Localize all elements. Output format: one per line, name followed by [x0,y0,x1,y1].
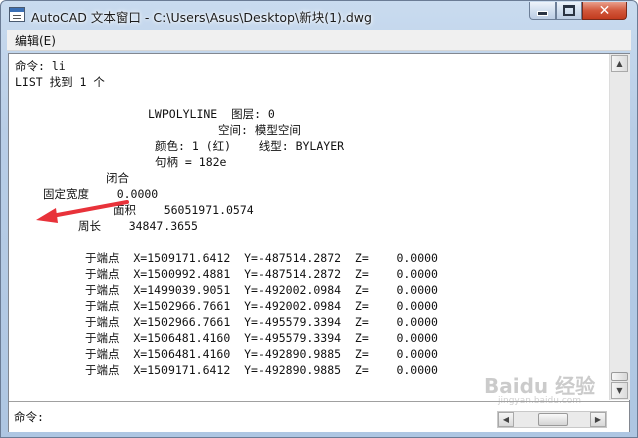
window-title: AutoCAD 文本窗口 - C:\Users\Asus\Desktop\新块(… [31,10,372,25]
output-line: 于端点 X=1502966.7661 Y=-495579.3394 Z= 0.0… [85,315,438,329]
title-bar[interactable]: AutoCAD 文本窗口 - C:\Users\Asus\Desktop\新块(… [1,1,637,29]
maximize-icon [563,5,575,16]
output-line: 颜色: 1 (红) 线型: BYLAYER [155,139,345,153]
output-line: LWPOLYLINE 图层: 0 [148,107,275,121]
menu-edit[interactable]: 编辑(E) [15,32,56,49]
command-prompt: 命令: [14,410,44,424]
output-line: 于端点 X=1506481.4160 Y=-495579.3394 Z= 0.0… [85,331,438,345]
minimize-button[interactable] [529,2,556,20]
output-line: 于端点 X=1499039.9051 Y=-492002.0984 Z= 0.0… [85,283,438,297]
window-app-icon[interactable] [9,7,25,22]
close-icon: ✕ [598,2,611,19]
scroll-right-icon: ▶ [594,415,602,424]
baidu-watermark-url: jingyan.baidu.com [498,396,582,406]
output-line: 闭合 [106,171,129,185]
scroll-right-button[interactable]: ▶ [590,412,606,427]
maximize-button[interactable] [556,2,582,20]
output-line: 于端点 X=1509171.6412 Y=-487514.2872 Z= 0.0… [85,251,438,265]
output-line: 句柄 = 182e [155,155,227,169]
output-line: 面积 56051971.0574 [113,203,254,217]
output-line: 于端点 X=1509171.6412 Y=-492890.9885 Z= 0.0… [85,363,438,377]
horizontal-scroll-thumb[interactable] [538,413,568,426]
menu-bar: 编辑(E) [7,30,631,51]
output-line: 于端点 X=1500992.4881 Y=-487514.2872 Z= 0.0… [85,267,438,281]
scroll-down-icon: ▼ [616,386,623,395]
output-line: 于端点 X=1502966.7661 Y=-492002.0984 Z= 0.0… [85,299,438,313]
scroll-down-button[interactable]: ▼ [611,382,628,399]
minimize-icon [537,11,548,16]
baidu-watermark: Baidu 经验 [484,374,596,398]
output-line: 于端点 X=1506481.4160 Y=-492890.9885 Z= 0.0… [85,347,438,361]
annotation-arrow [36,200,129,223]
close-button[interactable]: ✕ [582,2,627,20]
scroll-left-button[interactable]: ◀ [498,412,514,427]
output-line: LIST 找到 1 个 [15,75,105,89]
scroll-up-button[interactable]: ▲ [611,55,628,72]
vertical-scroll-thumb[interactable] [611,372,628,381]
scroll-up-icon: ▲ [616,59,623,68]
vertical-scrollbar[interactable]: ▲ ▼ [609,54,630,400]
scroll-left-icon: ◀ [502,415,510,424]
horizontal-scrollbar[interactable]: ◀ ▶ [497,411,607,428]
output-line: 命令: li [15,59,66,73]
output-line: 空间: 模型空间 [218,123,301,137]
